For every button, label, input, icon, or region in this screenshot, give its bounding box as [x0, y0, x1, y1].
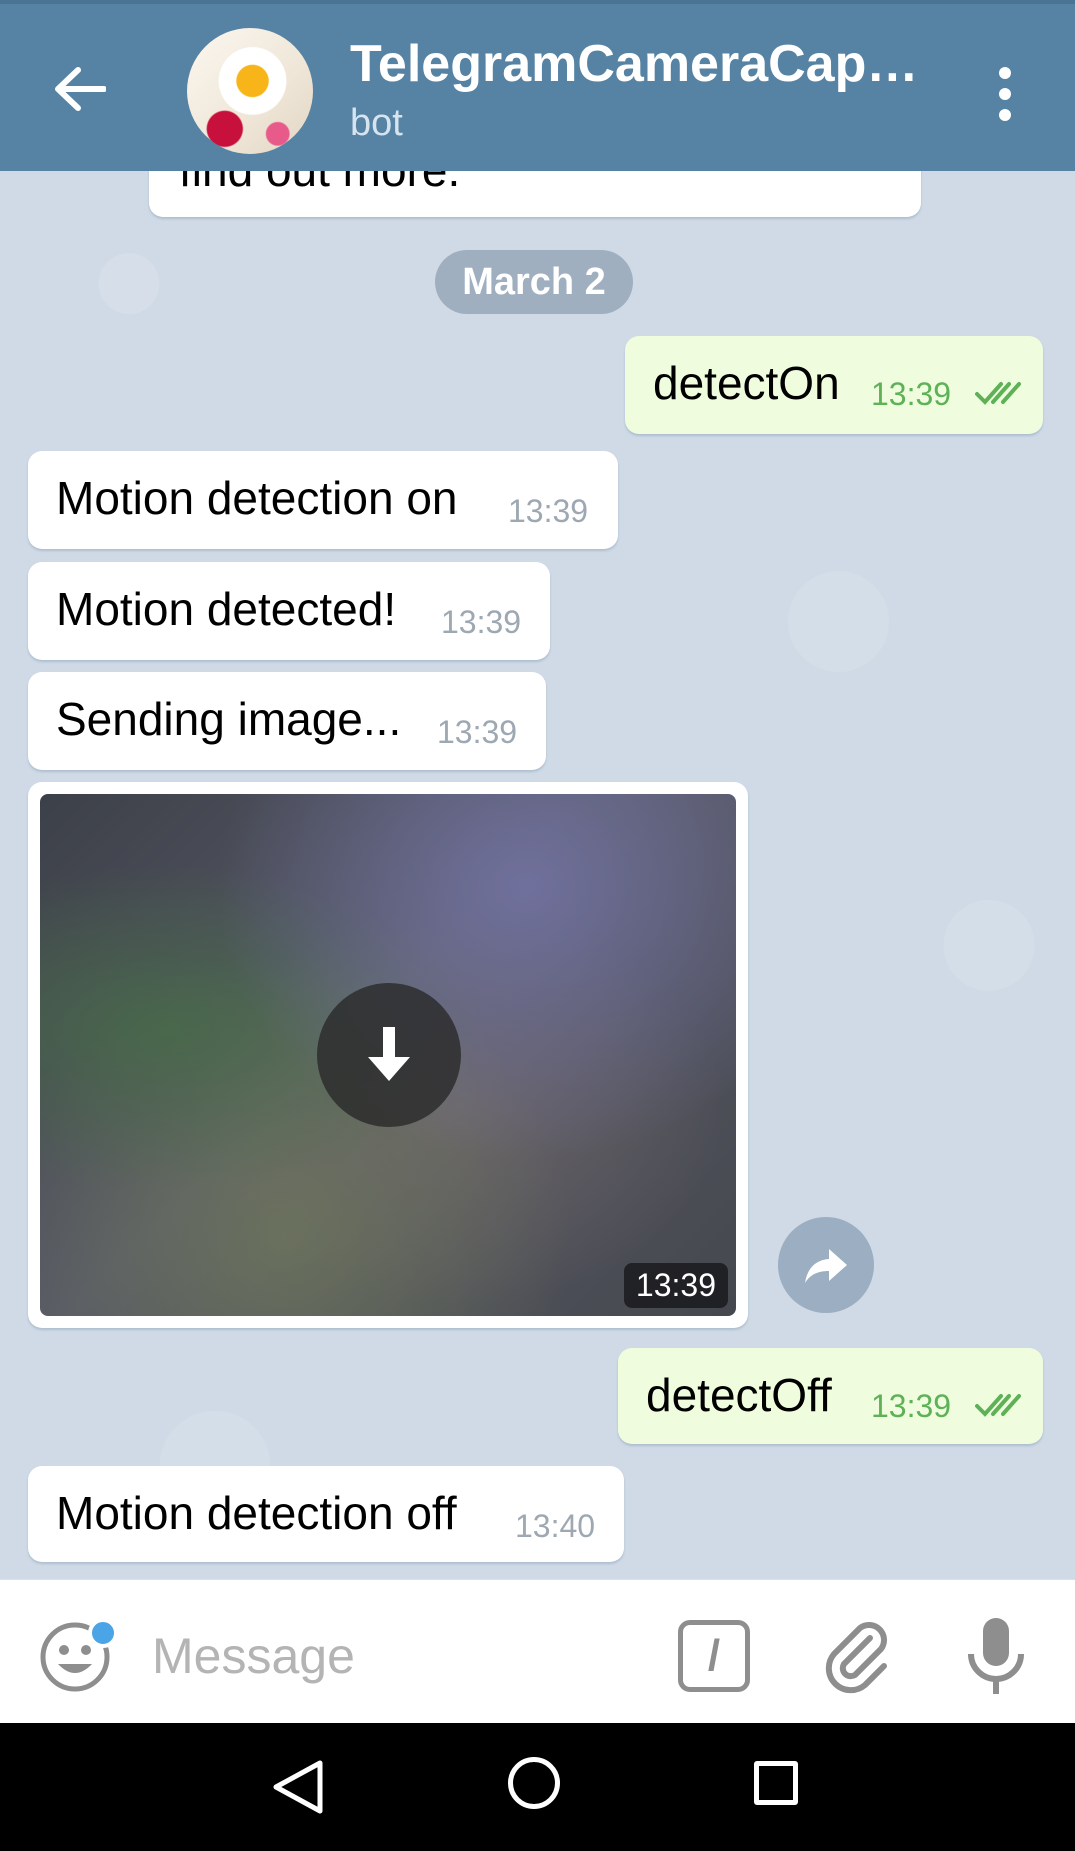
message-text: Sending image... — [56, 693, 402, 745]
attach-icon[interactable] — [818, 1616, 898, 1696]
message-time: 13:39 — [871, 1388, 952, 1424]
message-bubble-incoming[interactable]: Sending image... 13:39 — [28, 672, 546, 770]
photo-preview[interactable]: 13:39 — [40, 794, 736, 1316]
message-composer: / — [0, 1579, 1075, 1723]
message-text: Motion detection off — [56, 1487, 457, 1539]
nav-recents-icon[interactable] — [754, 1761, 798, 1805]
bot-avatar[interactable] — [187, 28, 313, 154]
more-menu-button[interactable] — [975, 54, 1035, 134]
bot-command-button[interactable]: / — [678, 1620, 750, 1692]
message-bubble-incoming[interactable]: Motion detection off 13:40 — [28, 1466, 624, 1562]
system-navigation-bar — [0, 1723, 1075, 1851]
message-time: 13:39 — [871, 376, 952, 412]
message-text: Motion detected! — [56, 583, 397, 635]
message-text: find out more. — [179, 171, 460, 197]
message-input[interactable] — [152, 1616, 652, 1696]
microphone-icon[interactable] — [963, 1614, 1029, 1698]
message-bubble-incoming[interactable]: Motion detection on 13:39 — [28, 451, 618, 549]
message-list[interactable]: find out more. March 2 detectOn 13:39 Mo… — [0, 171, 1075, 1579]
more-vertical-icon — [999, 67, 1011, 79]
share-button[interactable] — [778, 1217, 874, 1313]
download-icon — [368, 1027, 410, 1081]
unread-indicator — [88, 1618, 118, 1648]
chat-title[interactable]: TelegramCameraCapt… — [350, 34, 930, 94]
read-ticks-icon — [975, 382, 1021, 405]
message-time: 13:39 — [508, 493, 589, 529]
message-time: 13:39 — [437, 714, 518, 750]
message-text: detectOn — [653, 357, 840, 409]
download-button[interactable] — [317, 983, 461, 1127]
nav-back-icon[interactable] — [268, 1759, 328, 1815]
message-text: detectOff — [646, 1369, 832, 1421]
message-bubble-outgoing[interactable]: detectOn 13:39 — [625, 336, 1043, 434]
chat-header: TelegramCameraCapt… bot — [0, 0, 1075, 171]
message-time: 13:40 — [515, 1508, 596, 1544]
chat-subtitle: bot — [350, 102, 403, 144]
photo-time: 13:39 — [623, 1263, 728, 1308]
back-button[interactable] — [40, 49, 120, 129]
message-bubble-partial[interactable]: find out more. — [149, 171, 921, 217]
message-bubble-incoming[interactable]: Motion detected! 13:39 — [28, 562, 550, 660]
share-icon — [805, 1249, 847, 1283]
command-icon: / — [707, 1631, 721, 1680]
read-ticks-icon — [975, 1394, 1021, 1417]
message-text: Motion detection on — [56, 472, 458, 524]
nav-home-icon[interactable] — [508, 1757, 560, 1809]
message-bubble-outgoing[interactable]: detectOff 13:39 — [618, 1348, 1043, 1444]
message-time: 13:39 — [441, 604, 522, 640]
back-arrow-icon — [55, 67, 106, 111]
date-separator: March 2 — [435, 250, 633, 314]
photo-message[interactable]: 13:39 — [28, 782, 748, 1328]
